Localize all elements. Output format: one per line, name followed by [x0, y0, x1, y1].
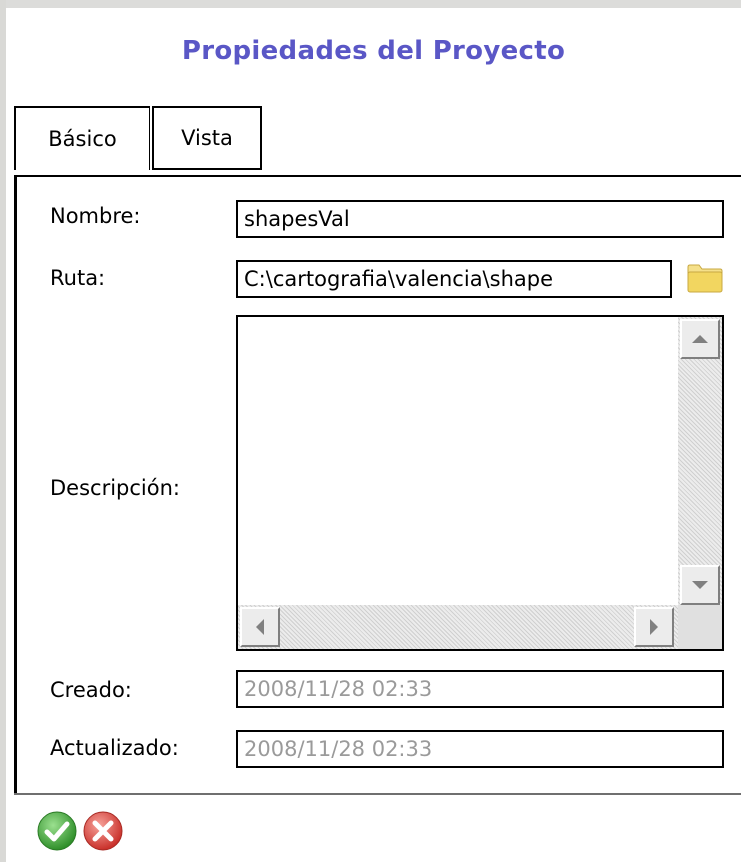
check-icon[interactable] — [36, 810, 78, 852]
arrow-up-icon — [692, 335, 708, 343]
nombre-input[interactable]: shapesVal — [236, 200, 724, 238]
creado-label: Creado: — [50, 678, 132, 702]
creado-field: 2008/11/28 02:33 — [236, 670, 724, 708]
descripcion-textarea[interactable] — [236, 315, 724, 651]
nombre-label: Nombre: — [50, 204, 141, 228]
tab-content-bottom-border — [14, 793, 741, 795]
scroll-left-button[interactable] — [240, 607, 280, 647]
horizontal-scrollbar[interactable] — [238, 605, 678, 649]
actualizado-label: Actualizado: — [50, 736, 179, 760]
descripcion-label: Descripción: — [50, 476, 180, 500]
ruta-label: Ruta: — [50, 266, 106, 290]
close-icon[interactable] — [82, 810, 124, 852]
vertical-scrollbar[interactable] — [678, 317, 722, 607]
dialog-title: Propiedades del Proyecto — [181, 36, 566, 66]
arrow-right-icon — [650, 619, 658, 635]
scroll-down-button[interactable] — [680, 565, 720, 605]
window-frame-top — [0, 0, 741, 8]
scrollbar-corner — [678, 605, 722, 649]
scroll-up-button[interactable] — [680, 319, 720, 359]
arrow-left-icon — [256, 619, 264, 635]
folder-icon[interactable] — [686, 264, 724, 294]
tab-vista[interactable]: Vista — [152, 106, 262, 170]
actualizado-field: 2008/11/28 02:33 — [236, 730, 724, 768]
tab-basico[interactable]: Básico — [14, 106, 150, 170]
ruta-input[interactable]: C:\cartografia\valencia\shape — [236, 260, 672, 298]
scroll-right-button[interactable] — [634, 607, 674, 647]
arrow-down-icon — [692, 581, 708, 589]
